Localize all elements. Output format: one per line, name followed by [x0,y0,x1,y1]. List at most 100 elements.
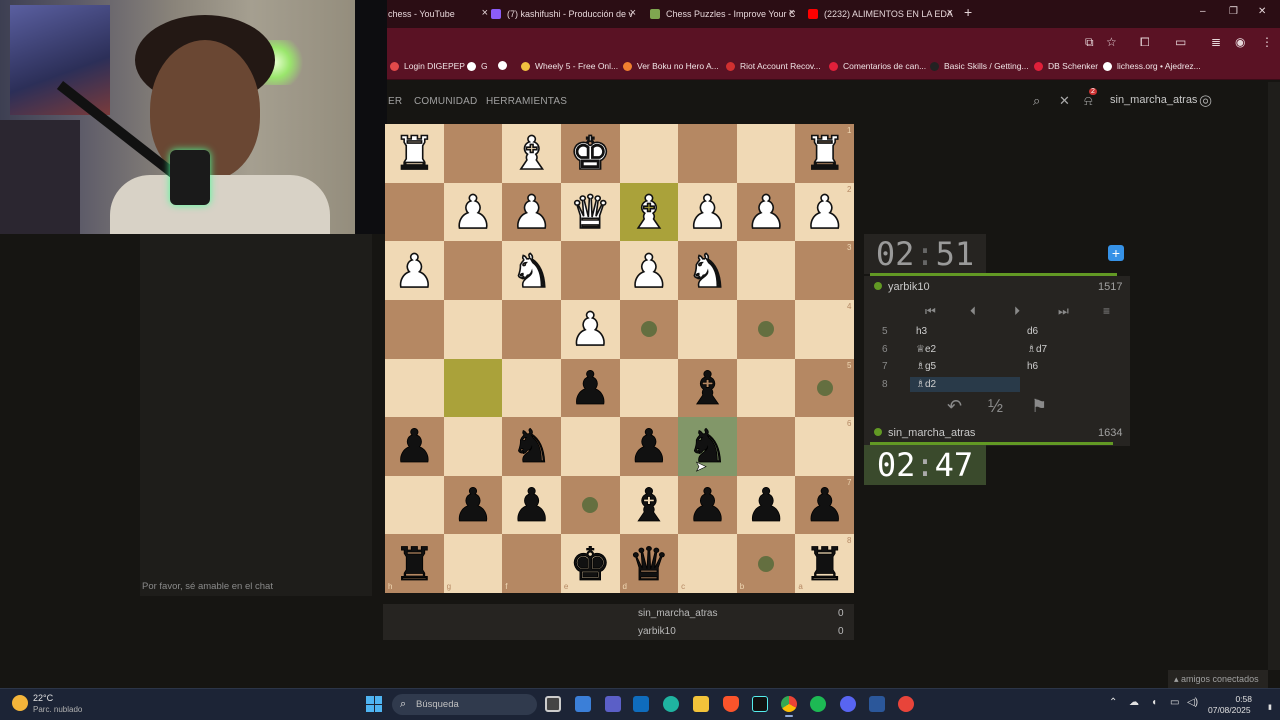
board-square[interactable] [795,417,854,476]
board-square[interactable] [795,182,854,242]
word-icon[interactable] [869,696,885,712]
tray-chevron-icon[interactable]: ⌃ [1109,697,1117,708]
legal-move-dot[interactable] [758,555,775,572]
board-square[interactable] [619,358,679,418]
board-square[interactable] [385,475,444,535]
board-square[interactable] [619,182,679,242]
board-square[interactable] [678,299,737,359]
board-square[interactable] [678,417,737,476]
prev-move-button[interactable]: ⏴ [970,304,976,319]
chess-board[interactable]: ♜ ♝ ♚ ♜ ♟ ♟ ♛ ♝ ♟ ♟ ♟ ♟ ♞ ♟ ♞ ♟ ♟ ♝ ♟ ♞ ♟ ♞ ♟ ♟ ♝ ♟ ♟ ♟ ♜ ♚ ♛ ♜ 1 2 3 4 5 6 7 8… [385,124,854,593]
restore-button[interactable]: ❐ [1229,6,1238,17]
board-square[interactable] [736,417,796,476]
teams-icon[interactable] [605,696,621,712]
board-square[interactable] [443,241,503,300]
window-close-button[interactable]: ✕ [1258,6,1266,17]
tab-kashifushi[interactable]: (7) kashifushi - Producción de v × [491,3,636,25]
brave-icon[interactable] [723,696,739,712]
close-icon[interactable]: × [482,7,488,19]
board-square[interactable] [443,417,503,476]
clock-date[interactable]: 07/08/2025 [1208,705,1251,715]
board-square[interactable] [560,124,620,183]
close-icon[interactable]: × [789,7,795,19]
edge-icon[interactable] [663,696,679,712]
start-menu-icon[interactable] [366,696,382,712]
next-move-button[interactable]: ⏵ [1014,304,1020,319]
board-square[interactable] [795,124,854,183]
task-view-icon[interactable] [545,696,561,712]
legal-move-dot[interactable] [640,321,657,338]
resign-flag-icon[interactable]: ⚑ [1031,396,1047,417]
nav-item-comunidad[interactable]: COMUNIDAD [414,96,477,107]
bookmark-riot[interactable]: Riot Account Recov... [726,61,821,71]
volume-icon[interactable]: ◁) [1187,697,1198,708]
recording-app-icon[interactable] [898,696,914,712]
move-black[interactable]: h6 [1027,361,1038,372]
board-square[interactable] [385,358,444,418]
board-square[interactable] [443,475,503,535]
move-black[interactable]: ♗d7 [1027,344,1047,355]
board-square[interactable] [443,299,503,359]
microphone-icon[interactable]: ◖ [1151,697,1157,708]
page-scrollbar[interactable] [1268,82,1280,670]
move-white[interactable]: h3 [916,326,927,337]
store-icon[interactable] [575,696,591,712]
board-square[interactable] [443,124,503,183]
board-square[interactable] [795,534,854,593]
board-square[interactable] [560,182,620,242]
bookmark-comentarios[interactable]: Comentarios de can... [829,61,926,71]
search-icon[interactable]: ⌕ [1033,93,1040,109]
install-app-icon[interactable]: ⧉ [1085,35,1094,50]
board-square[interactable] [443,182,503,242]
discord-icon[interactable] [840,696,856,712]
network-icon[interactable]: ▭ [1170,697,1179,708]
extensions-icon[interactable]: ⧠ [1140,35,1150,50]
board-square[interactable] [795,475,854,535]
spotify-icon[interactable] [810,696,826,712]
board-square[interactable] [502,299,561,359]
close-icon[interactable]: × [630,7,636,19]
user-menu[interactable]: sin_marcha_atras [1110,94,1197,106]
crosstable-player[interactable]: yarbik10 [638,626,676,637]
board-square[interactable] [502,534,561,593]
opponent-name[interactable]: yarbik10 [874,281,930,293]
chat-input[interactable]: Por favor, sé amable en el chat [140,578,372,596]
add-time-button[interactable]: + [1108,245,1124,261]
board-square[interactable] [795,241,854,300]
friends-online-button[interactable]: ▴ amigos conectados [1168,670,1268,688]
board-square[interactable] [502,182,561,242]
last-move-button[interactable]: ⏭ [1058,304,1069,319]
cast-icon[interactable]: ▭ [1175,35,1186,49]
challenge-icon[interactable]: ✕ [1059,93,1070,109]
board-square[interactable] [502,417,561,476]
board-square[interactable] [385,241,444,300]
board-square[interactable] [502,475,561,535]
board-square[interactable] [619,475,679,535]
board-square[interactable] [560,534,620,593]
tab-chess-puzzles[interactable]: Chess Puzzles - Improve Your C × [650,3,795,25]
board-square[interactable] [443,534,503,593]
board-square[interactable] [736,358,796,418]
board-square[interactable] [736,124,796,183]
board-square[interactable] [736,241,796,300]
bookmark-db-schenker[interactable]: DB Schenker [1034,61,1098,71]
board-square[interactable] [502,358,561,418]
outlook-icon[interactable] [633,696,649,712]
menu-dots-icon[interactable]: ⋮ [1261,35,1273,49]
bookmark-lichess[interactable]: lichess.org • Ajedrez... [1103,61,1201,71]
user-avatar-icon[interactable]: ◎ [1199,91,1212,109]
board-square[interactable] [736,475,796,535]
taskbar-search[interactable]: ⌕ Búsqueda [392,694,537,715]
board-square[interactable] [678,358,737,418]
board-square[interactable] [560,358,620,418]
bookmark-digepep[interactable]: Login DIGEPEP [390,61,465,71]
board-square[interactable] [385,417,444,476]
bookmark-basic-skills[interactable]: Basic Skills / Getting... [930,61,1029,71]
offer-draw-button[interactable]: ½ [988,396,1003,417]
bell-icon[interactable]: ⍾ [1084,93,1093,109]
board-square[interactable] [560,299,620,359]
board-square[interactable] [678,534,737,593]
move-black[interactable]: d6 [1027,326,1038,337]
board-square[interactable] [560,417,620,476]
move-white[interactable]: ♕e2 [916,344,936,355]
